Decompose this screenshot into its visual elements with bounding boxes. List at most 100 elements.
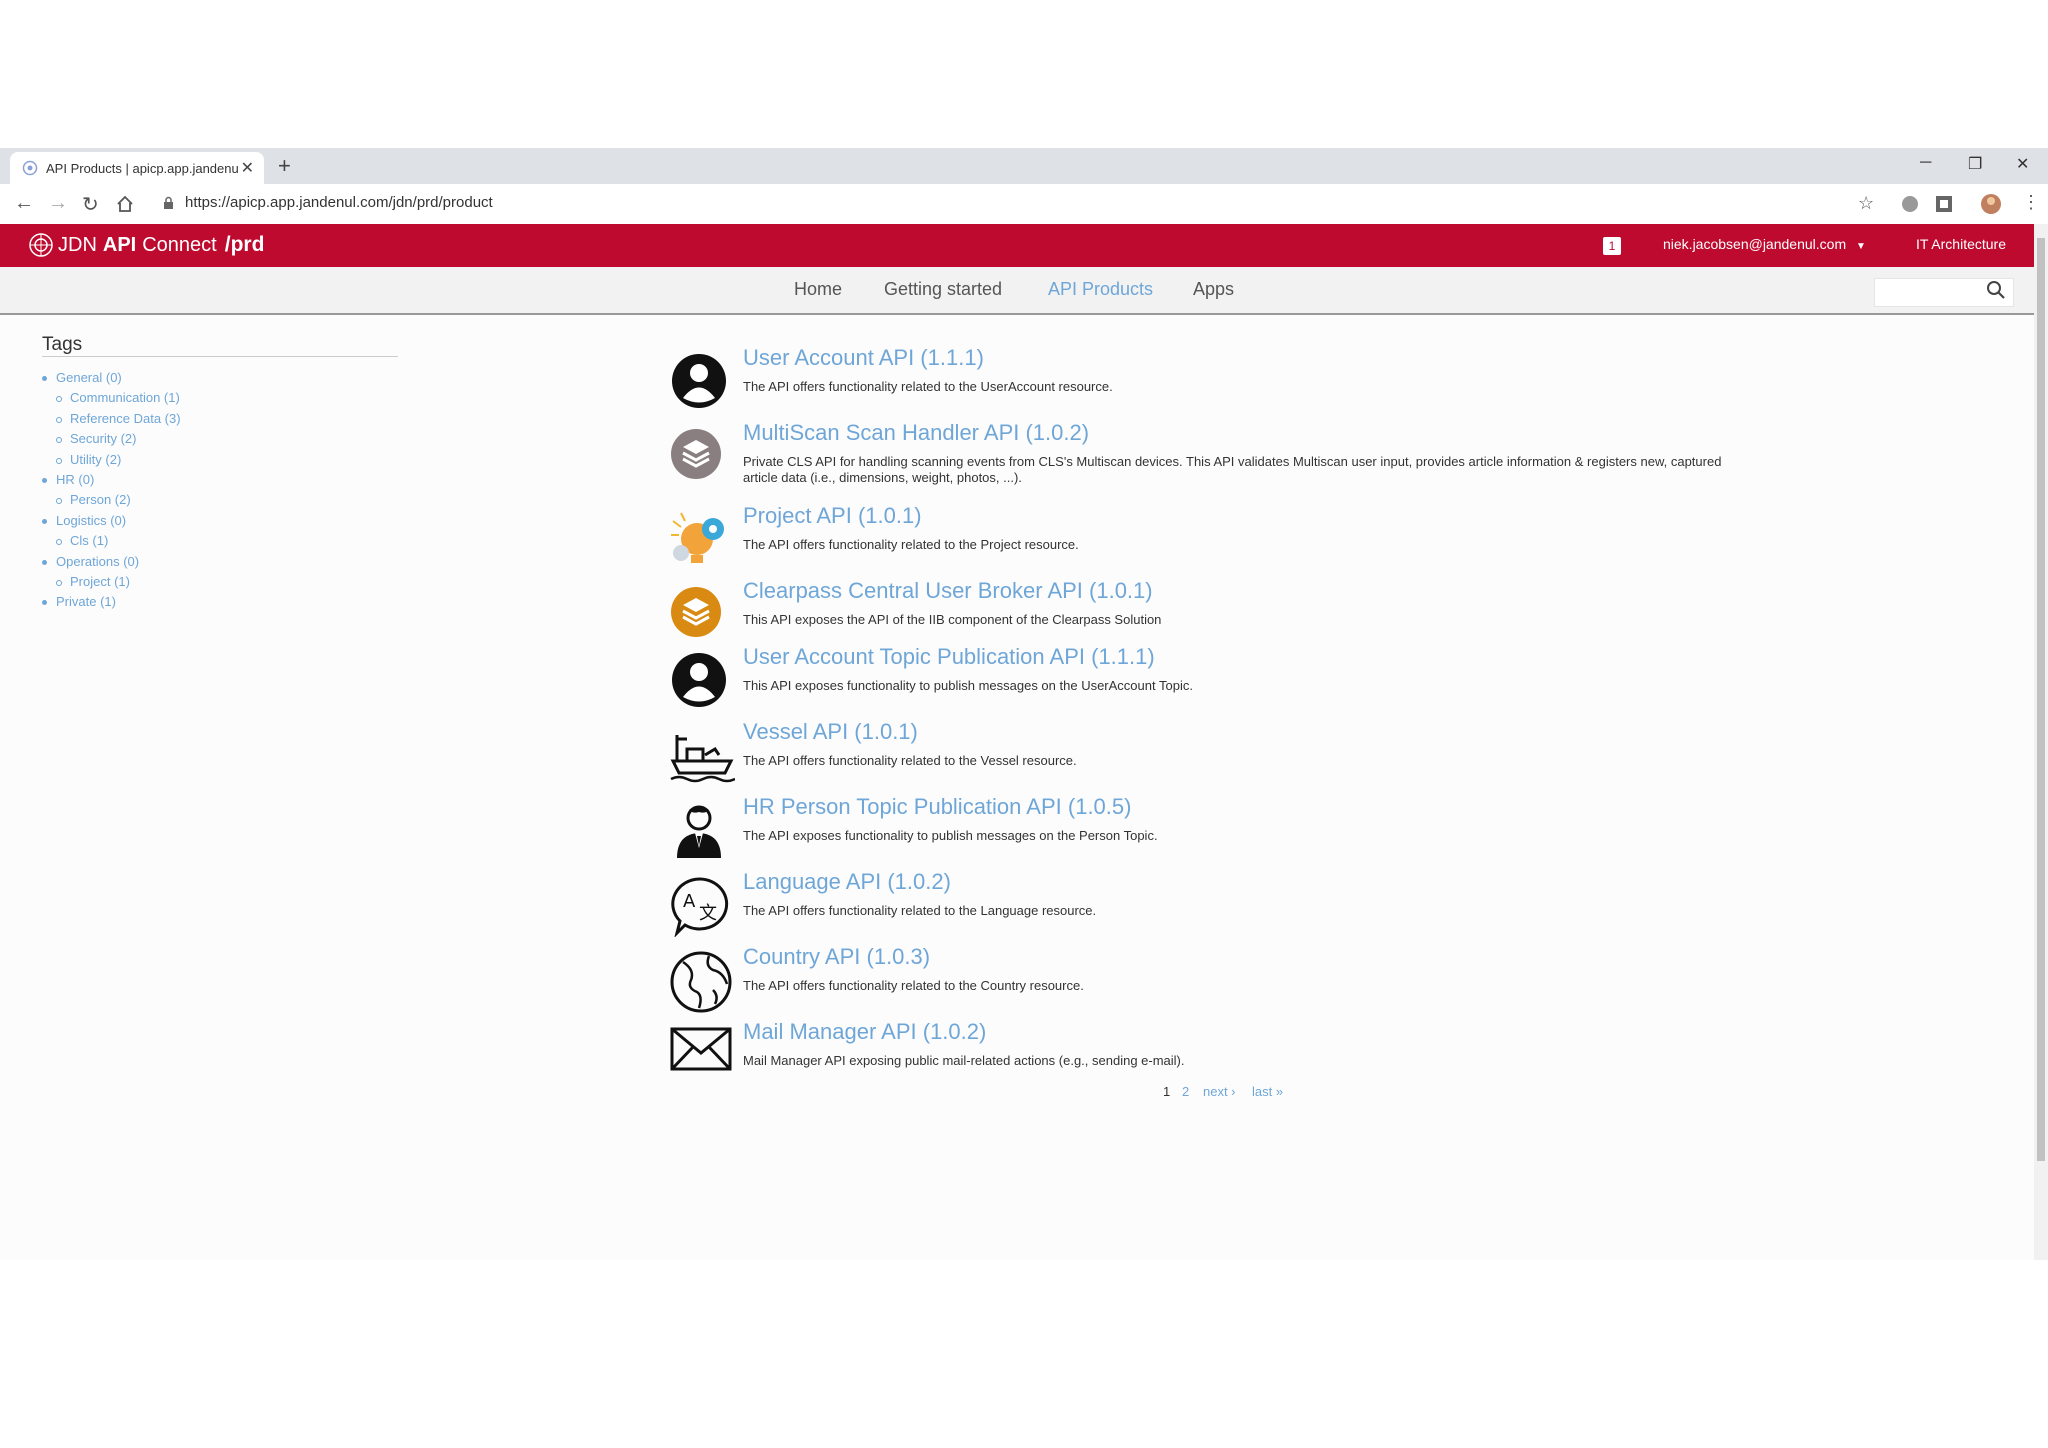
browser-menu-icon[interactable]: ⋮ xyxy=(2022,192,2040,213)
nav-apps[interactable]: Apps xyxy=(1193,279,1234,300)
address-bar[interactable]: https://apicp.app.jandenul.com/jdn/prd/p… xyxy=(185,194,493,211)
tag-bullet xyxy=(56,580,62,586)
pager-current: 1 xyxy=(1163,1084,1171,1099)
product-description: The API offers functionality related to … xyxy=(743,379,1113,394)
browser-window: API Products | apicp.app.jandenul... ✕ +… xyxy=(0,148,2048,1260)
product-description: The API offers functionality related to … xyxy=(743,978,1084,993)
person-tie-icon xyxy=(669,800,729,860)
chevron-down-icon: ▼ xyxy=(1856,241,1866,252)
main-nav: Home Getting started API Products Apps xyxy=(0,267,2034,315)
tag-link[interactable]: General (0) xyxy=(56,370,122,385)
search-icon[interactable] xyxy=(1986,280,2006,300)
product-description: The API exposes functionality to publish… xyxy=(743,828,1158,843)
tag-link[interactable]: Utility (2) xyxy=(70,452,121,467)
product-description: Mail Manager API exposing public mail-re… xyxy=(743,1053,1185,1068)
tag-bullet xyxy=(42,559,47,565)
favicon-icon xyxy=(22,160,38,176)
extension-box-icon[interactable] xyxy=(1934,194,1954,214)
reload-icon[interactable]: ↻ xyxy=(82,192,99,217)
user-email: niek.jacobsen@jandenul.com xyxy=(1663,236,1847,252)
tag-bullet xyxy=(42,376,47,381)
pager-page-2[interactable]: 2 xyxy=(1182,1084,1189,1099)
user-circle-icon xyxy=(669,650,729,710)
tab-close-icon[interactable]: ✕ xyxy=(241,158,254,178)
user-menu[interactable]: niek.jacobsen@jandenul.com ▼ xyxy=(1663,236,1866,252)
tag-link[interactable]: Communication (1) xyxy=(70,390,180,405)
jdn-logo-icon xyxy=(29,233,53,257)
scrollbar-thumb[interactable] xyxy=(2037,238,2045,1161)
tag-link[interactable]: Cls (1) xyxy=(70,533,108,548)
back-icon[interactable]: ← xyxy=(14,192,34,215)
extension-abp-icon[interactable] xyxy=(1900,194,1920,214)
tab-strip: API Products | apicp.app.jandenul... ✕ +… xyxy=(0,148,2048,184)
brand-env: /prd xyxy=(224,233,265,256)
product-title-link[interactable]: Mail Manager API (1.0.2) xyxy=(743,1019,986,1045)
nav-api-products[interactable]: API Products xyxy=(1048,279,1153,300)
tag-bullet xyxy=(42,600,47,606)
ship-icon xyxy=(669,725,736,785)
globe-icon xyxy=(669,950,732,1013)
pager-last[interactable]: last » xyxy=(1252,1084,1283,1099)
tag-bullet xyxy=(56,416,62,423)
window-close-icon[interactable]: ✕ xyxy=(2016,154,2029,174)
tag-link[interactable]: Security (2) xyxy=(70,431,136,446)
new-tab-icon[interactable]: + xyxy=(278,153,291,179)
tag-link[interactable]: Reference Data (3) xyxy=(70,411,181,426)
brand-connect: Connect xyxy=(142,233,217,256)
bookmark-star-icon[interactable]: ☆ xyxy=(1858,193,1874,214)
svg-text:A: A xyxy=(683,891,696,912)
minimize-icon[interactable]: ─ xyxy=(1920,154,1931,172)
product-description: This API exposes the API of the IIB comp… xyxy=(743,612,1162,627)
tab-title: API Products | apicp.app.jandenul... xyxy=(46,161,238,176)
tag-bullet xyxy=(56,498,62,505)
user-circle-icon xyxy=(669,351,729,411)
product-title-link[interactable]: Vessel API (1.0.1) xyxy=(743,719,918,745)
browser-toolbar: ← → ↻ https://apicp.app.jandenul.com/jdn… xyxy=(0,184,2048,225)
notification-badge[interactable]: 1 xyxy=(1603,237,1621,255)
product-description: The API offers functionality related to … xyxy=(743,753,1077,768)
tags-heading: Tags xyxy=(42,334,83,355)
tag-link[interactable]: Project (1) xyxy=(70,574,130,589)
tag-link[interactable]: Private (1) xyxy=(56,594,116,609)
tag-link[interactable]: Person (2) xyxy=(70,492,131,507)
home-icon[interactable] xyxy=(116,195,134,213)
tag-bullet xyxy=(56,457,62,464)
lightbulb-gear-icon xyxy=(669,509,729,569)
product-description: Private CLS API for handling scanning ev… xyxy=(743,454,1722,485)
envelope-icon xyxy=(669,1025,732,1085)
tag-bullet xyxy=(56,539,62,546)
tags-divider xyxy=(42,356,398,357)
product-title-link[interactable]: Clearpass Central User Broker API (1.0.1… xyxy=(743,578,1153,604)
profile-avatar-icon[interactable] xyxy=(1980,193,2002,215)
browser-tab[interactable]: API Products | apicp.app.jandenul... ✕ xyxy=(10,152,264,184)
tag-bullet xyxy=(56,437,62,444)
layers-grey-icon xyxy=(669,426,729,486)
brand-logo[interactable]: JDN API Connect /prd xyxy=(28,232,264,258)
nav-home[interactable]: Home xyxy=(794,279,842,300)
org-name[interactable]: IT Architecture xyxy=(1916,236,2006,252)
translate-bubble-icon: A文 xyxy=(669,875,729,938)
brand-api: API xyxy=(102,233,137,256)
product-title-link[interactable]: MultiScan Scan Handler API (1.0.2) xyxy=(743,420,1089,446)
product-title-link[interactable]: HR Person Topic Publication API (1.0.5) xyxy=(743,794,1131,820)
page-scrollbar[interactable] xyxy=(2034,224,2048,1260)
product-title-link[interactable]: Country API (1.0.3) xyxy=(743,944,930,970)
tag-bullet xyxy=(42,518,47,524)
tag-link[interactable]: Logistics (0) xyxy=(56,513,126,528)
forward-icon[interactable]: → xyxy=(48,192,68,215)
product-title-link[interactable]: Project API (1.0.1) xyxy=(743,503,922,529)
restore-icon[interactable]: ❐ xyxy=(1968,154,1982,174)
tag-link[interactable]: Operations (0) xyxy=(56,554,139,569)
product-description: The API offers functionality related to … xyxy=(743,537,1079,552)
nav-getting-started[interactable]: Getting started xyxy=(884,279,1002,300)
brand-jdn: JDN xyxy=(58,233,97,256)
tag-bullet xyxy=(42,478,47,483)
product-title-link[interactable]: Language API (1.0.2) xyxy=(743,869,951,895)
product-title-link[interactable]: User Account Topic Publication API (1.1.… xyxy=(743,644,1155,670)
lock-icon xyxy=(164,196,173,209)
tag-link[interactable]: HR (0) xyxy=(56,472,94,487)
tag-bullet xyxy=(56,396,62,403)
svg-text:文: 文 xyxy=(699,903,717,924)
product-title-link[interactable]: User Account API (1.1.1) xyxy=(743,345,984,371)
pager-next[interactable]: next › xyxy=(1203,1084,1236,1099)
